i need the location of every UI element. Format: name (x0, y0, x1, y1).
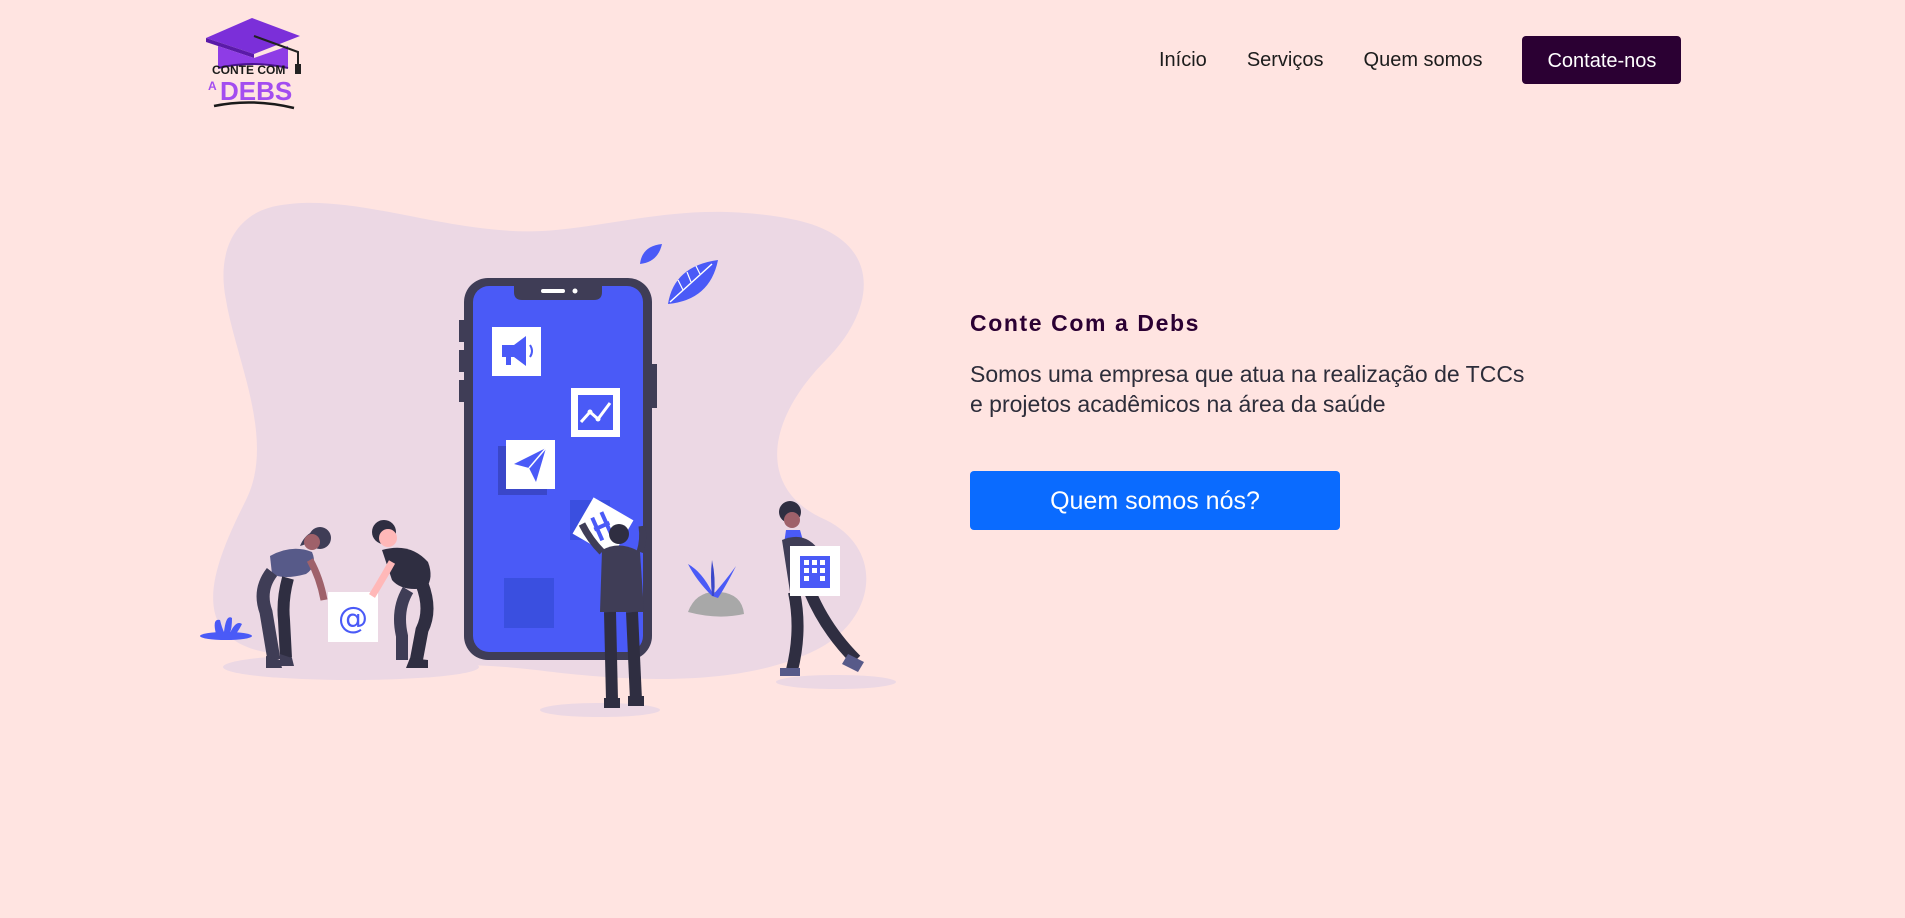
nav-link-inicio[interactable]: Início (1159, 38, 1207, 82)
paper-plane-icon (498, 440, 555, 495)
brand-logo[interactable]: CONTE COM A DEBS (200, 8, 304, 114)
page: CONTE COM A DEBS Início Serviços Quem so… (0, 0, 1905, 918)
nav-link-servicos[interactable]: Serviços (1247, 38, 1324, 82)
graduation-cap-logo-icon: CONTE COM A DEBS (206, 18, 301, 110)
phone-team-illustration: @ (200, 202, 896, 717)
building-icon (790, 546, 840, 596)
logo-text-prefix: A (208, 79, 217, 93)
at-sign-icon: @ (328, 592, 378, 642)
logo-text-line1: CONTE COM (212, 63, 285, 77)
main-nav: Início Serviços Quem somos Contate-nos (1159, 36, 1682, 84)
nav-link-quem-somos[interactable]: Quem somos (1364, 38, 1483, 82)
at-symbol-text: @ (338, 601, 368, 636)
hero-text: Conte Com a Debs Somos uma empresa que a… (970, 310, 1530, 419)
contact-button[interactable]: Contate-nos (1522, 36, 1682, 84)
hero-description: Somos uma empresa que atua na realização… (970, 359, 1530, 419)
hero-illustration: @ (196, 200, 906, 722)
hero-title: Conte Com a Debs (970, 310, 1201, 336)
hero-description-line-1: Somos uma empresa que atua na realização… (970, 361, 1525, 387)
hero-description-line-2: e projetos acadêmicos na área da saúde (970, 391, 1386, 417)
megaphone-icon (492, 327, 541, 376)
about-us-button[interactable]: Quem somos nós? (970, 471, 1340, 530)
chart-icon (571, 388, 620, 437)
